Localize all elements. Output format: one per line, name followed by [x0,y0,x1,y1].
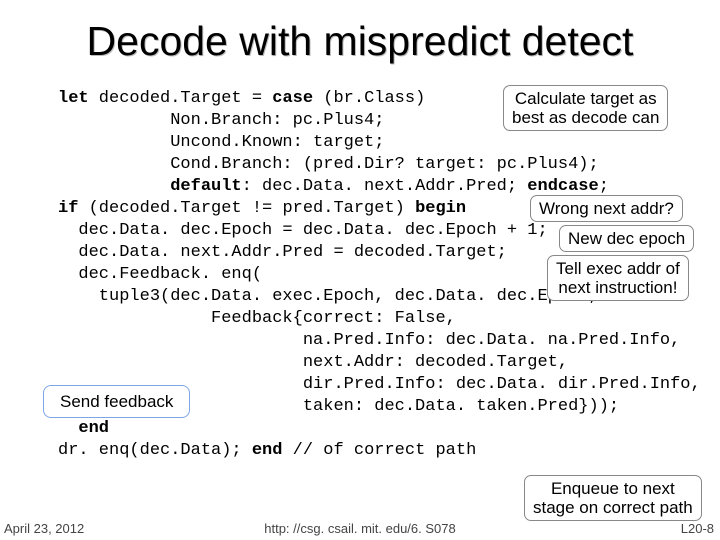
slide-root: Decode with mispredict detect let decode… [0,0,720,540]
callout-line: Calculate target as [515,89,657,108]
callout-new-epoch: New dec epoch [559,225,694,252]
callout-line: next instruction! [558,278,677,297]
slide-title: Decode with mispredict detect [0,18,720,65]
callout-tell-exec: Tell exec addr of next instruction! [547,255,689,301]
kw-begin: begin [415,199,466,218]
code-text: decoded.Target = [89,89,273,108]
code-text: ; [599,177,609,196]
code-line: Non.Branch: pc.Plus4; [58,111,384,130]
kw-case: case [272,89,313,108]
code-line: tuple3(dec.Data. exec.Epoch, dec.Data. d… [58,287,599,306]
code-text [58,177,170,196]
footer-url: http: //csg. csail. mit. edu/6. S078 [0,521,720,536]
code-text: (decoded.Target != pred.Target) [78,199,415,218]
footer-page: L20-8 [681,521,714,536]
code-text: // of correct path [282,441,476,460]
code-line: na.Pred.Info: dec.Data. na.Pred.Info, [58,331,680,350]
callout-wrong-addr: Wrong next addr? [530,195,683,222]
code-line: dec.Data. next.Addr.Pred = decoded.Targe… [58,243,507,262]
kw-default: default [170,177,241,196]
code-text [58,419,78,438]
callout-line: Wrong next addr? [539,199,674,218]
callout-line: New dec epoch [568,229,685,248]
kw-end: end [78,419,109,438]
code-line: dec.Feedback. enq( [58,265,262,284]
code-text: (br.Class) [313,89,425,108]
callout-line: stage on correct path [533,498,693,517]
callout-enqueue: Enqueue to next stage on correct path [524,475,702,521]
kw-if: if [58,199,78,218]
code-line: dec.Data. dec.Epoch = dec.Data. dec.Epoc… [58,221,548,240]
code-text: : dec.Data. next.Addr.Pred; [242,177,528,196]
callout-line: Send feedback [60,392,173,411]
code-line: next.Addr: decoded.Target, [58,353,568,372]
kw-let: let [58,89,89,108]
callout-send-feedback: Send feedback [43,385,190,418]
callout-line: Enqueue to next [551,479,675,498]
code-text: dr. enq(dec.Data); [58,441,252,460]
code-line: Uncond.Known: target; [58,133,384,152]
callout-line: Tell exec addr of [556,259,680,278]
kw-end2: end [252,441,283,460]
callout-line: best as decode can [512,108,659,127]
kw-endcase: endcase [527,177,598,196]
code-line: Cond.Branch: (pred.Dir? target: pc.Plus4… [58,155,599,174]
code-line: Feedback{correct: False, [58,309,456,328]
callout-calculate: Calculate target as best as decode can [503,85,668,131]
